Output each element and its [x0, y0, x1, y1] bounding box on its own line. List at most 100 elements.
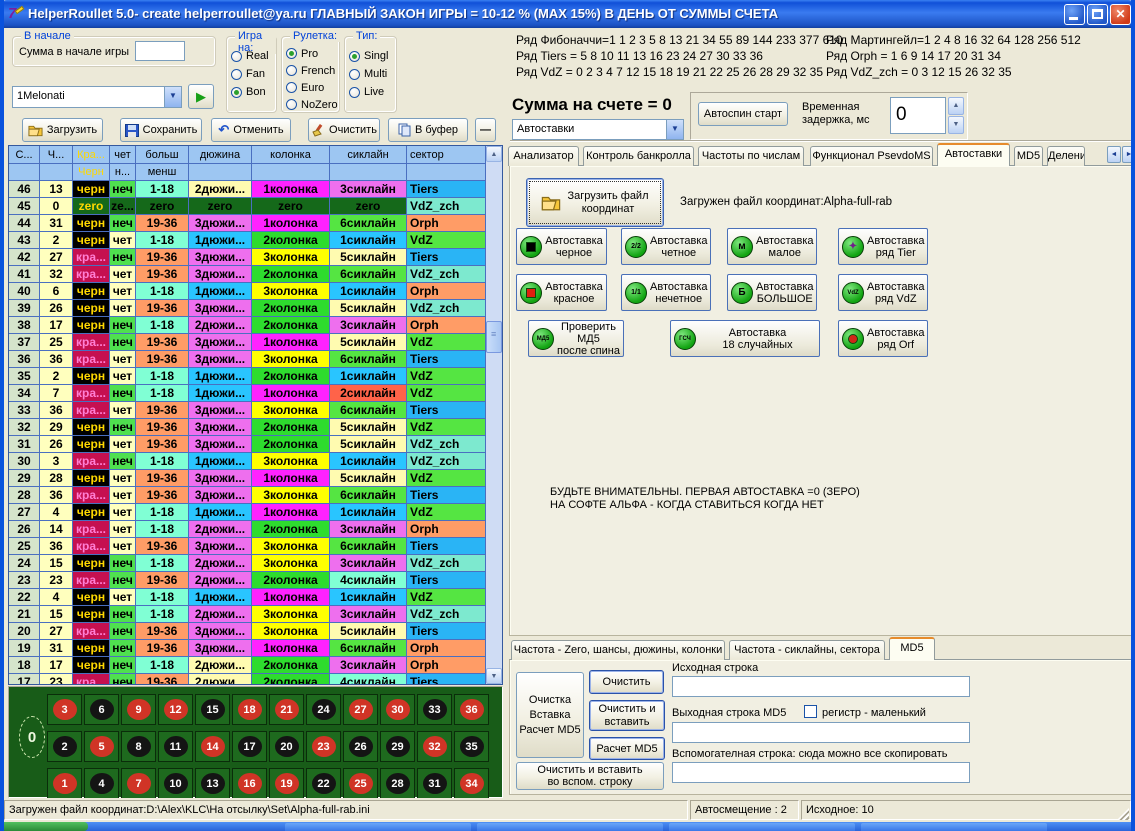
- column-header-7[interactable]: колонка: [252, 146, 330, 164]
- check-md5-after-spin-button[interactable]: МД5 Проверить МД5после спина: [528, 320, 624, 357]
- column-header-5[interactable]: менш: [136, 164, 189, 181]
- column-header-8[interactable]: сиклайн: [330, 146, 407, 164]
- column-header-9[interactable]: [407, 164, 486, 181]
- taskbar-button[interactable]: [669, 823, 855, 831]
- roulette-cell-8[interactable]: 8: [121, 731, 156, 762]
- table-row[interactable]: 2614кра...чет1-182дюжи...2колонка3сиклай…: [9, 521, 486, 538]
- column-header-6[interactable]: [189, 164, 252, 181]
- radio-icon-bon[interactable]: [231, 87, 242, 98]
- roulette-cell-16[interactable]: 16: [232, 768, 267, 799]
- table-row[interactable]: 2836кра...чет19-363дюжи...3колонка6сикла…: [9, 487, 486, 504]
- table-row[interactable]: 2115черннеч1-182дюжи...3колонка3сиклайнV…: [9, 606, 486, 623]
- table-row[interactable]: 224чернчет1-181дюжи...1колонка1сиклайнVd…: [9, 589, 486, 606]
- table-row[interactable]: 2928чернчет19-363дюжи...1колонка5сиклайн…: [9, 470, 486, 487]
- column-header-9[interactable]: сектор: [407, 146, 486, 164]
- autobet-odd-button[interactable]: 1/1 Автоставканечетное: [621, 274, 711, 311]
- table-row[interactable]: 274чернчет1-181дюжи...1колонка1сиклайнVd…: [9, 504, 486, 521]
- tab-частоты-по-числам[interactable]: Частоты по числам: [698, 146, 804, 166]
- table-row[interactable]: 2323кра...неч19-362дюжи...2колонка4сикла…: [9, 572, 486, 589]
- radio-icon-real[interactable]: [231, 51, 242, 62]
- table-scrollbar[interactable]: ▲ ▼: [486, 146, 502, 684]
- table-row[interactable]: 347кра...неч1-181дюжи...1колонка2сиклайн…: [9, 385, 486, 402]
- column-header-6[interactable]: дюжина: [189, 146, 252, 164]
- autobet-orf-row-button[interactable]: Автоставкаряд Orf: [838, 320, 928, 357]
- md5-source-input[interactable]: [672, 676, 970, 697]
- roulette-cell-5[interactable]: 5: [84, 731, 119, 762]
- md5-aux-input[interactable]: [672, 762, 970, 783]
- tab-анализатор[interactable]: Анализатор: [508, 146, 579, 166]
- roulette-cell-35[interactable]: 35: [454, 731, 489, 762]
- collapse-button[interactable]: —: [475, 118, 496, 142]
- roulette-cell-6[interactable]: 6: [84, 694, 119, 725]
- start-button[interactable]: [0, 822, 88, 831]
- roulette-cell-2[interactable]: 2: [47, 731, 82, 762]
- roulette-cell-23[interactable]: 23: [306, 731, 341, 762]
- radio-icon-nozero[interactable]: [286, 99, 297, 110]
- table-row[interactable]: 3725кра...неч19-363дюжи...1колонка5сикла…: [9, 334, 486, 351]
- roulette-cell-15[interactable]: 15: [195, 694, 230, 725]
- radio-option-bon[interactable]: Bon: [231, 83, 275, 101]
- radio-icon-multi[interactable]: [349, 69, 360, 80]
- autobet-tier-row-button[interactable]: ✦ Автоставкаряд Tier: [838, 228, 928, 265]
- table-row[interactable]: 2027кра...неч19-363дюжи...3колонка5сикла…: [9, 623, 486, 640]
- maximize-button[interactable]: [1087, 4, 1108, 25]
- table-row[interactable]: 303кра...неч1-181дюжи...3колонка1сиклайн…: [9, 453, 486, 470]
- roulette-cell-17[interactable]: 17: [232, 731, 267, 762]
- roulette-cell-7[interactable]: 7: [121, 768, 156, 799]
- tab-md5[interactable]: MD5: [1014, 146, 1043, 166]
- radio-option-fan[interactable]: Fan: [231, 65, 275, 83]
- roulette-cell-30[interactable]: 30: [380, 694, 415, 725]
- autobets-combobox-arrow-icon[interactable]: ▼: [666, 120, 683, 139]
- md5-clear-paste-calc-button[interactable]: ОчисткаВставкаРасчет MD5: [516, 672, 584, 758]
- tab-делени[interactable]: Делени: [1047, 146, 1085, 166]
- autobet-black-button[interactable]: Автоставкачерное: [516, 228, 607, 265]
- roulette-cell-18[interactable]: 18: [232, 694, 267, 725]
- roulette-cell-36[interactable]: 36: [454, 694, 489, 725]
- autospin-start-button[interactable]: Автоспин старт: [698, 102, 788, 126]
- roulette-cell-4[interactable]: 4: [84, 768, 119, 799]
- radio-icon-live[interactable]: [349, 87, 360, 98]
- windows-taskbar[interactable]: [0, 822, 1135, 831]
- column-header-5[interactable]: больш: [136, 146, 189, 164]
- minimize-button[interactable]: [1064, 4, 1085, 25]
- tab-частота-zero-шансы-дюжины-колонки[interactable]: Частота - Zero, шансы, дюжины, колонки: [511, 640, 725, 660]
- radio-icon-pro[interactable]: [286, 48, 297, 59]
- spinner-up-icon[interactable]: ▲: [948, 97, 964, 115]
- column-header-7[interactable]: [252, 164, 330, 181]
- radio-option-french[interactable]: French: [286, 62, 338, 79]
- roulette-cell-34[interactable]: 34: [454, 768, 489, 799]
- table-row[interactable]: 3926чернчет19-363дюжи...2колонка5сиклайн…: [9, 300, 486, 317]
- table-row[interactable]: 450zeroze...zerozerozerozeroVdZ_zch: [9, 198, 486, 215]
- taskbar-button[interactable]: [861, 823, 1047, 831]
- roulette-cell-10[interactable]: 10: [158, 768, 193, 799]
- scroll-down-icon[interactable]: ▼: [486, 668, 502, 684]
- table-row[interactable]: 406чернчет1-181дюжи...3колонка1сиклайнOr…: [9, 283, 486, 300]
- tab-функционал-psevdoms[interactable]: Функционал PsevdoMS: [810, 146, 933, 166]
- roulette-cell-21[interactable]: 21: [269, 694, 304, 725]
- column-header-1[interactable]: С...: [9, 146, 40, 164]
- taskbar-button[interactable]: [285, 823, 471, 831]
- scroll-up-icon[interactable]: ▲: [486, 146, 502, 162]
- table-row[interactable]: 1817черннеч1-182дюжи...2колонка3сиклайнO…: [9, 657, 486, 674]
- column-header-3[interactable]: Кра...: [73, 146, 110, 164]
- md5-clear-paste-aux-button[interactable]: Очистить и вставитьво вспом. строку: [516, 762, 664, 790]
- column-header-2[interactable]: Ч...: [40, 146, 73, 164]
- autobet-18-random-button[interactable]: ГСЧ Автоставка18 случайных: [670, 320, 820, 357]
- title-bar[interactable]: 7 HelperRoullet 5.0- create helperroulle…: [0, 0, 1135, 28]
- table-row[interactable]: 432чернчет1-181дюжи...2колонка1сиклайнVd…: [9, 232, 486, 249]
- column-header-4[interactable]: чет: [110, 146, 136, 164]
- table-row[interactable]: 4132кра...чет19-363дюжи...2колонка6сикла…: [9, 266, 486, 283]
- tab-автоставки[interactable]: Автоставки: [937, 143, 1010, 166]
- table-row[interactable]: 1931черннеч19-363дюжи...1колонка6сиклайн…: [9, 640, 486, 657]
- autobet-even-button[interactable]: 2/2 Автоставкачетное: [621, 228, 711, 265]
- autobet-red-button[interactable]: Автоставкакрасное: [516, 274, 607, 311]
- radio-option-real[interactable]: Real: [231, 47, 275, 65]
- radio-icon-singl[interactable]: [349, 51, 360, 62]
- md5-clear-button[interactable]: Очистить: [589, 670, 664, 694]
- start-sum-input[interactable]: [135, 41, 185, 61]
- roulette-cell-0[interactable]: 0: [17, 709, 47, 765]
- tab-md5[interactable]: MD5: [889, 637, 935, 660]
- scrollbar-thumb[interactable]: [486, 321, 502, 353]
- radio-icon-french[interactable]: [286, 65, 297, 76]
- copy-to-buffer-button[interactable]: В буфер: [388, 118, 468, 142]
